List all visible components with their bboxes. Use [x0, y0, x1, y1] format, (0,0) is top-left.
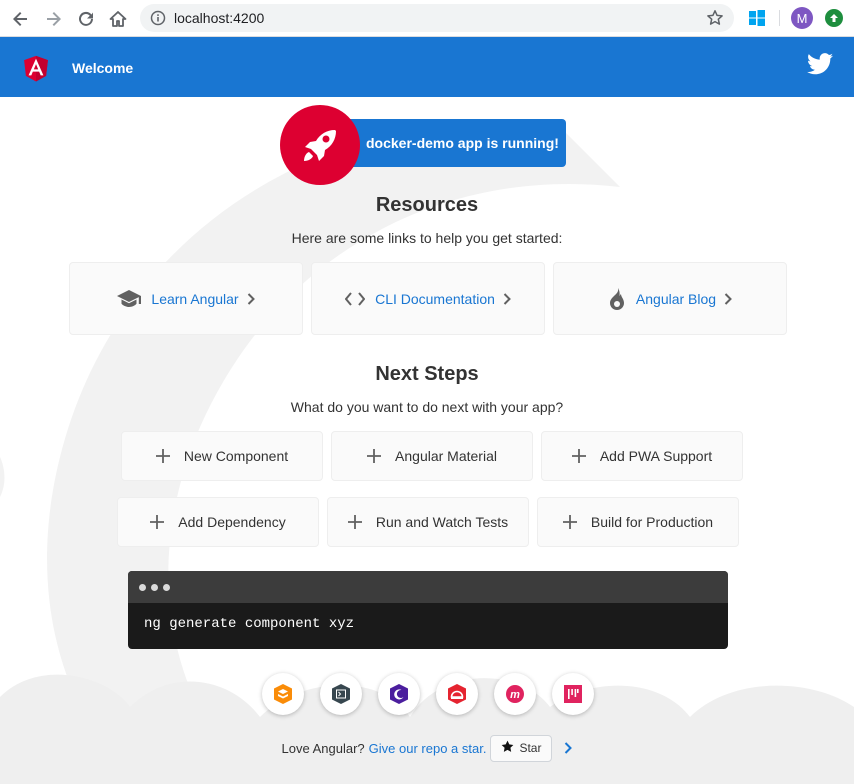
star-icon	[501, 740, 514, 756]
bookmark-star-icon[interactable]	[706, 9, 724, 32]
home-icon[interactable]	[105, 6, 131, 32]
plus-icon	[150, 515, 165, 529]
add-pwa-support-label[interactable]: Add PWA Support	[600, 448, 712, 464]
terminal-title-bar	[128, 571, 728, 603]
next-steps-heading: Next Steps	[375, 363, 479, 385]
toolbar-divider	[779, 10, 780, 26]
graduation-cap-icon	[117, 289, 142, 309]
build-for-production-button[interactable]: Build for Production	[537, 497, 739, 547]
angular-blog-card[interactable]: Angular Blog	[553, 262, 787, 335]
cli-icon[interactable]	[320, 673, 362, 715]
protractor-icon[interactable]	[436, 673, 478, 715]
next-steps-subtitle: What do you want to do next with your ap…	[290, 399, 564, 415]
star-button-label[interactable]: Star	[519, 741, 541, 755]
chevron-right-icon	[247, 292, 255, 305]
back-icon[interactable]	[8, 6, 34, 32]
learn-angular-label[interactable]: Learn Angular	[151, 291, 238, 307]
url-text[interactable]: localhost:4200	[174, 10, 264, 26]
add-dependency-button[interactable]: Add Dependency	[117, 497, 319, 547]
plus-icon	[155, 449, 170, 463]
address-bar[interactable]: localhost:4200	[140, 4, 734, 32]
learn-angular-card[interactable]: Learn Angular	[69, 262, 303, 335]
run-and-watch-tests-label[interactable]: Run and Watch Tests	[376, 514, 508, 530]
code-brackets-icon	[345, 291, 366, 306]
window-dot	[139, 583, 146, 591]
window-dot	[163, 583, 170, 591]
ngrx-icon[interactable]	[378, 673, 420, 715]
info-icon[interactable]	[150, 10, 166, 26]
update-icon[interactable]	[825, 9, 843, 27]
forward-icon[interactable]	[40, 6, 66, 32]
animations-icon[interactable]	[262, 673, 304, 715]
plus-icon	[347, 515, 362, 529]
cli-documentation-card[interactable]: CLI Documentation	[311, 262, 545, 335]
angular-blog-label[interactable]: Angular Blog	[636, 291, 716, 307]
new-component-button[interactable]: New Component	[121, 431, 323, 481]
angular-material-button[interactable]: Angular Material	[331, 431, 533, 481]
running-message: docker-demo app is running!	[366, 135, 559, 151]
flame-icon	[608, 287, 626, 310]
github-star-link[interactable]: Give our repo a star.	[369, 741, 487, 756]
footer-text: Love Angular?	[281, 740, 365, 756]
rocket-icon	[280, 105, 360, 185]
build-for-production-label[interactable]: Build for Production	[591, 514, 713, 530]
angular-material-label[interactable]: Angular Material	[395, 448, 497, 464]
angular-logo-icon	[20, 51, 52, 90]
footer: Love Angular? Give our repo a star. Star	[0, 734, 854, 762]
twitter-icon[interactable]	[807, 53, 833, 80]
add-pwa-support-button[interactable]: Add PWA Support	[541, 431, 743, 481]
terminal: ng generate component xyz	[128, 571, 728, 649]
windows-extension-icon[interactable]	[746, 7, 768, 29]
meetup-icon[interactable]: m	[494, 673, 536, 715]
browser-toolbar: localhost:4200 M	[0, 0, 854, 37]
resources-subtitle: Here are some links to help you get star…	[291, 230, 563, 246]
app-toolbar: Welcome	[0, 37, 854, 97]
toolbar-title: Welcome	[72, 60, 134, 76]
star-button[interactable]: Star	[490, 734, 553, 762]
plus-icon	[571, 449, 586, 463]
run-and-watch-tests-button[interactable]: Run and Watch Tests	[327, 497, 529, 547]
reload-icon[interactable]	[73, 6, 99, 32]
chevron-right-icon	[503, 292, 511, 305]
new-component-label[interactable]: New Component	[184, 448, 288, 464]
cli-documentation-label[interactable]: CLI Documentation	[375, 291, 495, 307]
chevron-right-icon[interactable]	[564, 742, 573, 754]
resources-heading: Resources	[375, 194, 479, 216]
plus-icon	[367, 449, 382, 463]
terminal-command[interactable]: ng generate component xyz	[128, 603, 728, 632]
chevron-right-icon	[724, 292, 732, 305]
plus-icon	[562, 515, 577, 529]
add-dependency-label[interactable]: Add Dependency	[178, 514, 285, 530]
avatar[interactable]: M	[791, 7, 813, 29]
window-dot	[151, 583, 158, 591]
svg-text:m: m	[510, 689, 520, 701]
discord-icon[interactable]	[552, 673, 594, 715]
